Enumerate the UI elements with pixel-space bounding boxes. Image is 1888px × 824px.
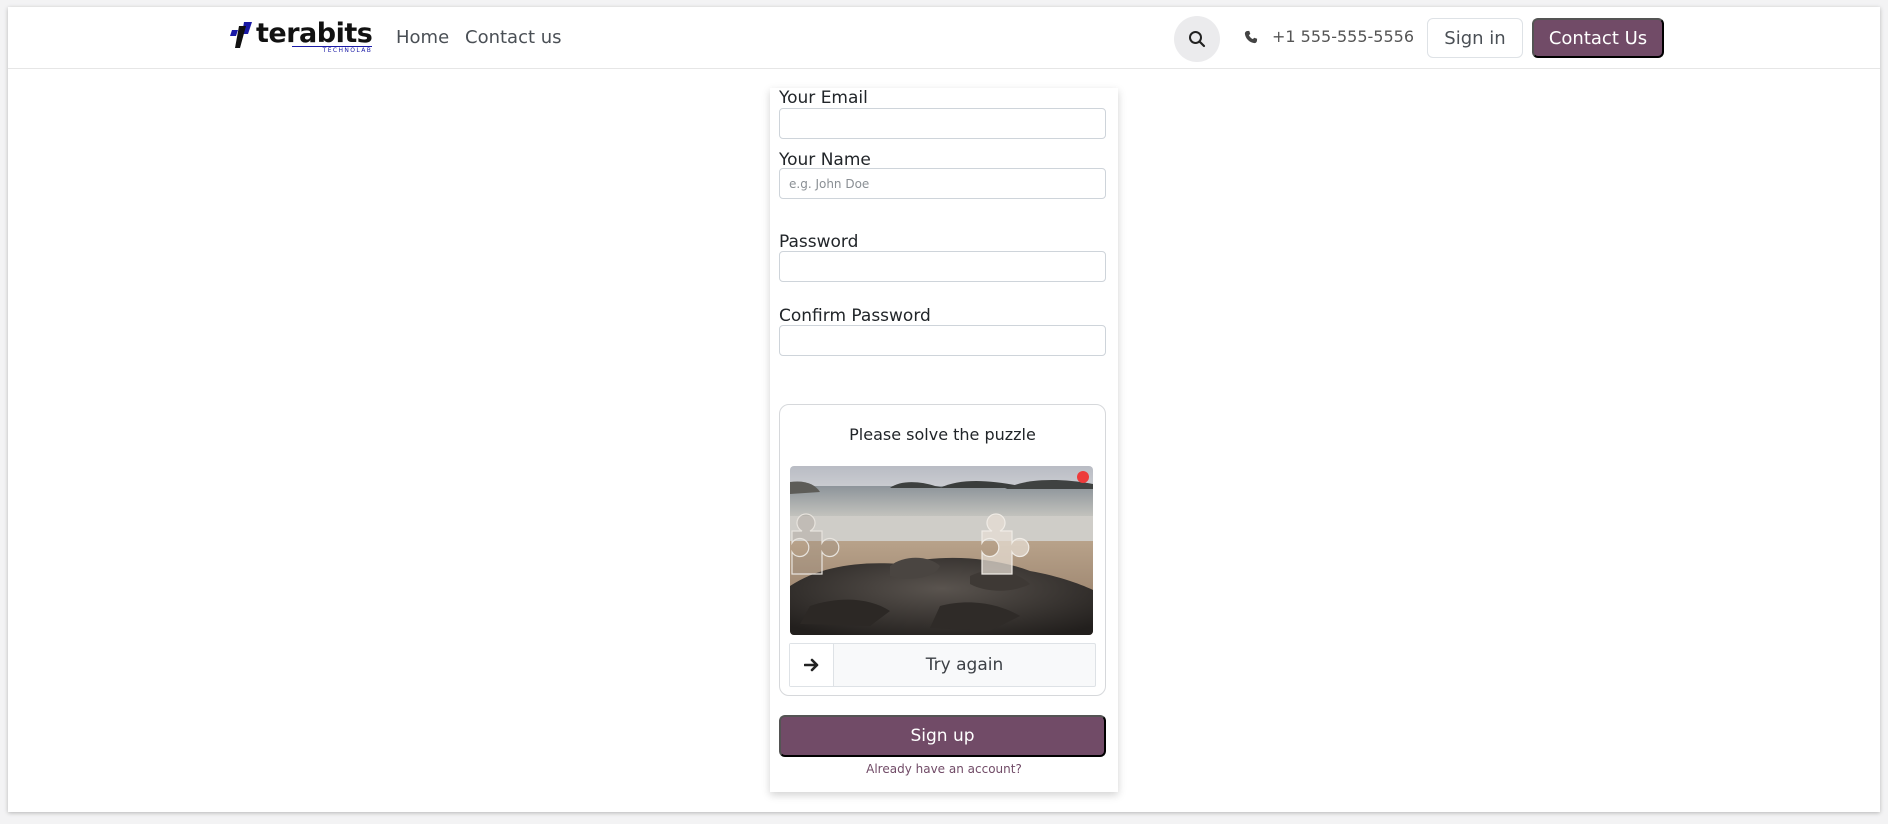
signup-card: Your Email Your Name Password Confirm Pa…	[770, 88, 1118, 792]
puzzle-image	[790, 466, 1093, 635]
phone-icon	[1244, 30, 1258, 43]
try-again-text[interactable]: Try again	[834, 644, 1095, 686]
captcha-puzzle: Please solve the puzzle Try again	[779, 404, 1106, 696]
sign-in-button[interactable]: Sign in	[1427, 18, 1523, 58]
puzzle-title: Please solve the puzzle	[849, 425, 1036, 444]
email-label: Your Email	[779, 88, 868, 108]
top-navbar: terabits TECHNOLAB Home Contact us +1 55…	[8, 7, 1880, 69]
contact-us-button[interactable]: Contact Us	[1532, 18, 1664, 58]
password-label: Password	[779, 232, 859, 252]
already-have-account-link[interactable]: Already have an account?	[770, 762, 1118, 776]
email-field[interactable]	[779, 108, 1106, 139]
browser-page: terabits TECHNOLAB Home Contact us +1 55…	[8, 7, 1880, 812]
puzzle-status-dot	[1077, 471, 1089, 483]
puzzle-slider[interactable]: Try again	[789, 643, 1096, 687]
name-label: Your Name	[779, 150, 871, 170]
nav-link-home[interactable]: Home	[396, 27, 449, 48]
slider-handle[interactable]	[790, 644, 834, 686]
logo-mark-icon	[230, 22, 252, 48]
arrow-right-icon	[803, 658, 818, 672]
search-button[interactable]	[1174, 16, 1220, 62]
sign-up-button[interactable]: Sign up	[779, 715, 1106, 757]
name-field[interactable]	[779, 168, 1106, 199]
brand-logo[interactable]: terabits TECHNOLAB	[230, 18, 373, 56]
password-field[interactable]	[779, 251, 1106, 282]
confirm-password-label: Confirm Password	[779, 306, 931, 326]
phone-contact[interactable]: +1 555-555-5556	[1244, 27, 1414, 46]
logo-name: terabits	[256, 18, 373, 49]
confirm-password-field[interactable]	[779, 325, 1106, 356]
nav-link-contact[interactable]: Contact us	[465, 27, 562, 48]
beach-scene-image	[790, 466, 1093, 635]
phone-number: +1 555-555-5556	[1272, 27, 1415, 46]
search-icon	[1189, 31, 1206, 48]
